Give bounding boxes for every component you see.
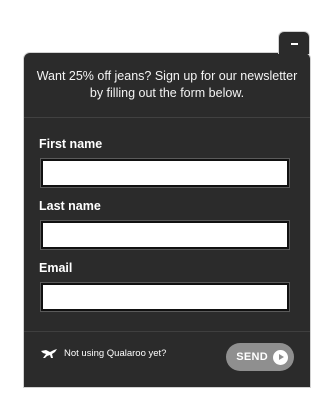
first-name-input[interactable] <box>40 158 290 188</box>
first-name-label: First name <box>39 137 103 151</box>
qualaroo-promo-link[interactable]: Not using Qualaroo yet? <box>40 348 166 359</box>
kangaroo-icon <box>41 349 57 358</box>
header-divider <box>24 117 310 118</box>
play-circle-icon <box>273 349 288 365</box>
last-name-label: Last name <box>39 199 101 213</box>
email-input[interactable] <box>40 282 290 312</box>
minimize-button[interactable] <box>278 31 310 54</box>
last-name-input[interactable] <box>40 220 290 250</box>
newsletter-survey-widget: Want 25% off jeans? Sign up for our news… <box>23 52 311 388</box>
email-label: Email <box>39 261 73 275</box>
send-button[interactable]: SEND <box>226 343 294 371</box>
footer-divider <box>24 331 310 332</box>
qualaroo-promo-text: Not using Qualaroo yet? <box>64 348 167 359</box>
newsletter-intro-text: Want 25% off jeans? Sign up for our news… <box>36 69 298 100</box>
send-button-label: SEND <box>236 351 268 363</box>
minimize-icon <box>290 43 298 45</box>
